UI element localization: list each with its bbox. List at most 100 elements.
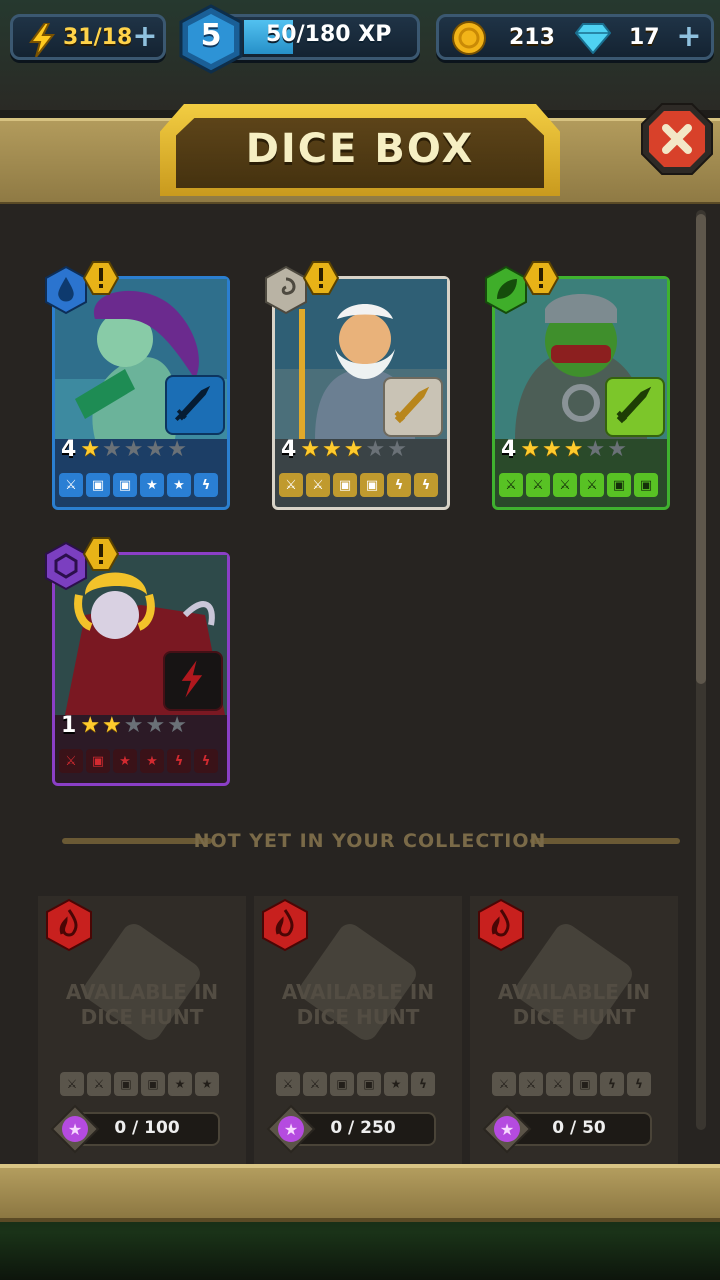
locked-dice-card[interactable]: AVAILABLE IN DICE HUNT ⚔ ⚔ ▣ ▣ ★ ϟ 0 / 2… [254,896,462,1164]
sword-icon: ⚔ [306,473,330,497]
bolt-icon: ϟ [387,473,411,497]
xp-value: 50/180 XP [266,22,392,47]
svg-text:★: ★ [500,1120,514,1139]
sword-icon: ⚔ [60,1072,84,1096]
bolt-icon: ϟ [411,1072,435,1096]
shield-icon: ▣ [607,473,631,497]
fire-element-icon [478,898,524,952]
locked-dice-card[interactable]: AVAILABLE IN DICE HUNT ⚔ ⚔ ⚔ ▣ ϟ ϟ 0 / 5… [470,896,678,1164]
scrollbar-thumb[interactable] [696,214,706,684]
svg-text:★: ★ [68,1120,82,1139]
sword-icon: ⚔ [87,1072,111,1096]
gems-plus-icon[interactable]: + [675,22,703,52]
shield-icon: ▣ [86,473,110,497]
sword-icon: ⚔ [279,473,303,497]
fire-element-icon [46,898,92,952]
energy-counter[interactable]: 31/18 + [10,14,166,60]
locked-face-row: ⚔ ⚔ ▣ ▣ ★ ★ [60,1072,219,1096]
sword-icon: ⚔ [553,473,577,497]
energy-value: 31/18 [63,25,133,50]
star-icon: ★ [387,436,407,462]
dice-card-void[interactable]: 1 ★ ★ ★ ★ ★ ⚔ ▣ ★ ★ ϟ ϟ [45,537,230,786]
alert-icon [83,261,119,295]
locked-face-row: ⚔ ⚔ ▣ ▣ ★ ϟ [276,1072,435,1096]
card-level: 4 [281,437,297,462]
dice-sword-icon [165,375,225,435]
star-icon: ★ [140,749,164,773]
sword-icon: ⚔ [580,473,604,497]
footer-plank [0,1164,720,1222]
dice-card-wind[interactable]: 4 ★ ★ ★ ★ ★ ⚔ ⚔ ▣ ▣ ϟ ϟ [265,261,450,510]
diamond-icon [575,23,611,54]
dice-face-row: ⚔ ▣ ▣ ★ ★ ϟ [59,473,218,499]
alert-icon [83,537,119,571]
star-icon: ★ [563,436,584,462]
star-icon: ★ [167,712,187,738]
bolt-icon: ϟ [167,749,191,773]
svg-text:★: ★ [284,1120,298,1139]
card-level-row: 4 ★ ★ ★ ★ ★ [61,437,187,462]
bolt-icon: ϟ [414,473,438,497]
dice-bolt-icon [163,651,223,711]
locked-line-2: DICE HUNT [80,1005,204,1029]
card-level-row: 1 ★ ★ ★ ★ ★ [61,713,187,738]
locked-availability-label: AVAILABLE IN DICE HUNT [38,980,246,1030]
bolt-icon: ϟ [600,1072,624,1096]
dice-sword-icon [383,377,443,437]
locked-line-2: DICE HUNT [296,1005,420,1029]
star-icon: ★ [80,712,101,738]
dice-card-nature[interactable]: 4 ★ ★ ★ ★ ★ ⚔ ⚔ ⚔ ⚔ ▣ ▣ [485,261,670,510]
bolt-icon: ϟ [627,1072,651,1096]
shield-icon: ▣ [330,1072,354,1096]
shield-icon: ▣ [333,473,357,497]
bolt-icon: ϟ [194,749,218,773]
star-icon: ★ [195,1072,219,1096]
sword-icon: ⚔ [492,1072,516,1096]
star-icon: ★ [102,712,122,738]
star-icon: ★ [102,436,122,462]
card-level: 1 [61,713,77,738]
sword-icon: ⚔ [59,749,83,773]
shard-icon: ★ [482,1104,532,1154]
top-bar: 31/18 + 50/180 XP 5 213 17 + [0,0,720,80]
star-icon: ★ [123,712,144,738]
locked-face-row: ⚔ ⚔ ⚔ ▣ ϟ ϟ [492,1072,651,1096]
card-level: 4 [61,437,77,462]
locked-dice-card[interactable]: AVAILABLE IN DICE HUNT ⚔ ⚔ ▣ ▣ ★ ★ 0 / 1… [38,896,246,1164]
star-icon: ★ [322,436,342,462]
fire-element-icon [262,898,308,952]
sword-icon: ⚔ [526,473,550,497]
star-icon: ★ [585,436,606,462]
energy-plus-icon[interactable]: + [131,22,159,52]
star-icon: ★ [123,436,144,462]
dice-face-row: ⚔ ▣ ★ ★ ϟ ϟ [59,749,218,775]
locked-line-2: DICE HUNT [512,1005,636,1029]
dice-card-water[interactable]: 4 ★ ★ ★ ★ ★ ⚔ ▣ ▣ ★ ★ ϟ [45,261,230,510]
star-icon: ★ [384,1072,408,1096]
star-icon: ★ [542,436,562,462]
shard-icon: ★ [50,1104,100,1154]
dice-face-row: ⚔ ⚔ ⚔ ⚔ ▣ ▣ [499,473,658,499]
sword-icon: ⚔ [276,1072,300,1096]
star-icon: ★ [343,436,364,462]
shield-icon: ▣ [360,473,384,497]
star-icon: ★ [607,436,627,462]
shield-icon: ▣ [141,1072,165,1096]
star-icon: ★ [80,436,101,462]
star-icon: ★ [365,436,386,462]
close-button[interactable] [640,102,714,176]
player-level: 5 [200,18,222,53]
locked-availability-label: AVAILABLE IN DICE HUNT [470,980,678,1030]
currency-bar: 213 17 + [436,14,714,60]
alert-icon [523,261,559,295]
coins-value: 213 [509,25,555,50]
dice-sword-icon [605,377,665,437]
locked-line-1: AVAILABLE IN [497,980,651,1004]
page-title: DICE BOX [245,126,475,172]
locked-availability-label: AVAILABLE IN DICE HUNT [254,980,462,1030]
shield-icon: ▣ [113,473,137,497]
star-icon: ★ [520,436,541,462]
collection-divider-label: NOT YET IN YOUR COLLECTION [193,830,547,852]
sword-icon: ⚔ [59,473,83,497]
star-icon: ★ [113,749,137,773]
